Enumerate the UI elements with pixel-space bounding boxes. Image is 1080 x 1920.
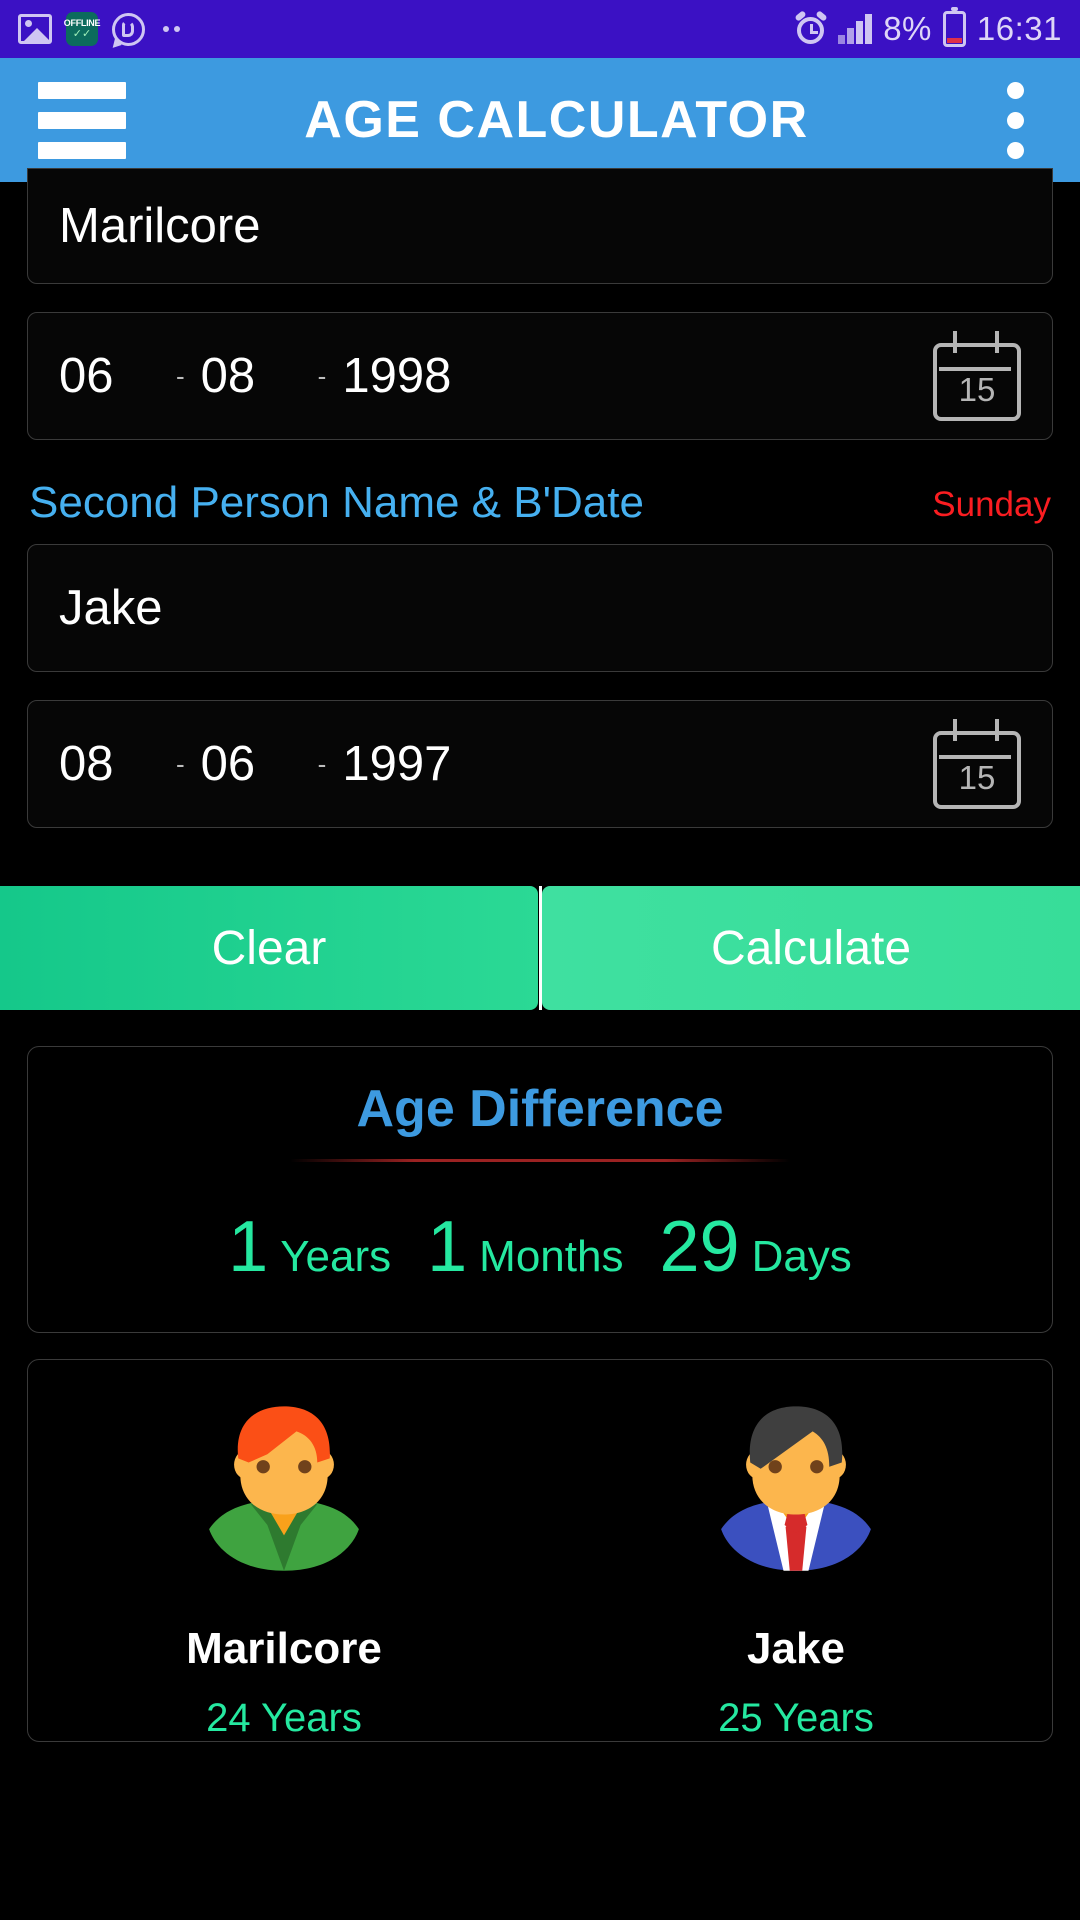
calculate-button[interactable]: Calculate — [542, 886, 1080, 1010]
offline-check: ✓✓ — [72, 27, 92, 40]
first-person-date-parts: 06 - 08 - 1998 — [59, 348, 451, 404]
more-notifications-icon — [163, 26, 180, 32]
first-person-day: 06 — [59, 349, 114, 403]
action-button-row: Clear Calculate — [0, 886, 1080, 1010]
difference-days-value: 29 — [659, 1207, 740, 1287]
avatar-dark-hair-blue-suit-icon — [721, 1406, 871, 1571]
age-difference-title: Age Difference — [356, 1080, 724, 1138]
age-difference-card: Age Difference 1 Years 1 Months 29 Days — [27, 1046, 1053, 1333]
clock-label: 16:31 — [976, 10, 1062, 47]
second-person-date-parts: 08 - 06 - 1997 — [59, 736, 451, 792]
first-person-sep-2: - — [317, 360, 327, 391]
first-person-name-field[interactable]: Marilcore — [27, 168, 1053, 284]
app-root: OFFLINE ✓✓ 8% 16:31 AGE CALCULATOR Maril… — [0, 0, 1080, 1920]
page-title: AGE CALCULATOR — [304, 91, 809, 149]
battery-icon — [942, 7, 966, 47]
status-bar-left: OFFLINE ✓✓ — [18, 12, 180, 46]
gallery-icon — [18, 14, 52, 44]
difference-months-label: Months — [479, 1232, 624, 1281]
first-person-name-value: Marilcore — [59, 199, 261, 253]
overflow-menu-icon[interactable] — [1007, 81, 1024, 159]
age-difference-divider — [290, 1159, 790, 1162]
second-person-name-value: Jake — [59, 581, 163, 635]
signal-icon — [838, 14, 873, 44]
second-person-day: 08 — [59, 737, 114, 791]
first-person-sep-1: - — [176, 360, 185, 391]
offline-label: OFFLINE — [63, 17, 101, 28]
first-person-year: 1998 — [342, 349, 452, 403]
person-age: 25 Years — [718, 1696, 874, 1740]
status-bar-right: 8% 16:31 — [795, 7, 1062, 48]
second-person-month: 06 — [200, 737, 256, 791]
second-person-date-field[interactable]: 08 - 06 - 1997 15 — [27, 700, 1053, 828]
main-content: Marilcore 06 - 08 - 1998 15 Second Perso… — [0, 168, 1080, 1920]
person-name: Jake — [747, 1624, 845, 1673]
app-bar: AGE CALCULATOR — [0, 58, 1080, 182]
calendar-icon-day: 15 — [958, 759, 996, 796]
whatsapp-icon — [112, 12, 145, 46]
second-person-section-label: Second Person Name & B'Date — [29, 478, 644, 527]
calendar-icon[interactable]: 15 — [933, 719, 1021, 809]
difference-years-label: Years — [280, 1232, 392, 1281]
person-age: 24 Years — [206, 1696, 362, 1740]
offline-badge-icon: OFFLINE ✓✓ — [63, 12, 101, 46]
calendar-icon[interactable]: 15 — [933, 331, 1021, 421]
alarm-icon — [795, 13, 827, 45]
difference-days-label: Days — [751, 1232, 852, 1281]
person-card-first: Marilcore 24 Years — [28, 1396, 540, 1741]
second-person-label-row: Second Person Name & B'Date Sunday — [0, 462, 1080, 528]
second-person-name-field[interactable]: Jake — [27, 544, 1053, 672]
people-card: Marilcore 24 Years Jake 25 Years — [27, 1359, 1053, 1742]
avatar-red-hair-green-shirt-icon — [209, 1406, 359, 1571]
difference-years-value: 1 — [228, 1207, 269, 1287]
second-person-sep-2: - — [317, 748, 327, 779]
clear-button[interactable]: Clear — [0, 886, 538, 1010]
age-difference-values: 1 Years 1 Months 29 Days — [28, 1206, 1052, 1288]
second-person-year: 1997 — [342, 737, 452, 791]
first-person-month: 08 — [200, 349, 256, 403]
weekday-badge: Sunday — [932, 485, 1051, 524]
difference-months-value: 1 — [427, 1207, 468, 1287]
status-bar: OFFLINE ✓✓ 8% 16:31 — [0, 0, 1080, 58]
person-card-second: Jake 25 Years — [540, 1396, 1052, 1741]
first-person-date-field[interactable]: 06 - 08 - 1998 15 — [27, 312, 1053, 440]
second-person-sep-1: - — [176, 748, 185, 779]
battery-percent-label: 8% — [883, 10, 932, 47]
person-name: Marilcore — [186, 1624, 382, 1673]
calendar-icon-day: 15 — [958, 371, 996, 408]
